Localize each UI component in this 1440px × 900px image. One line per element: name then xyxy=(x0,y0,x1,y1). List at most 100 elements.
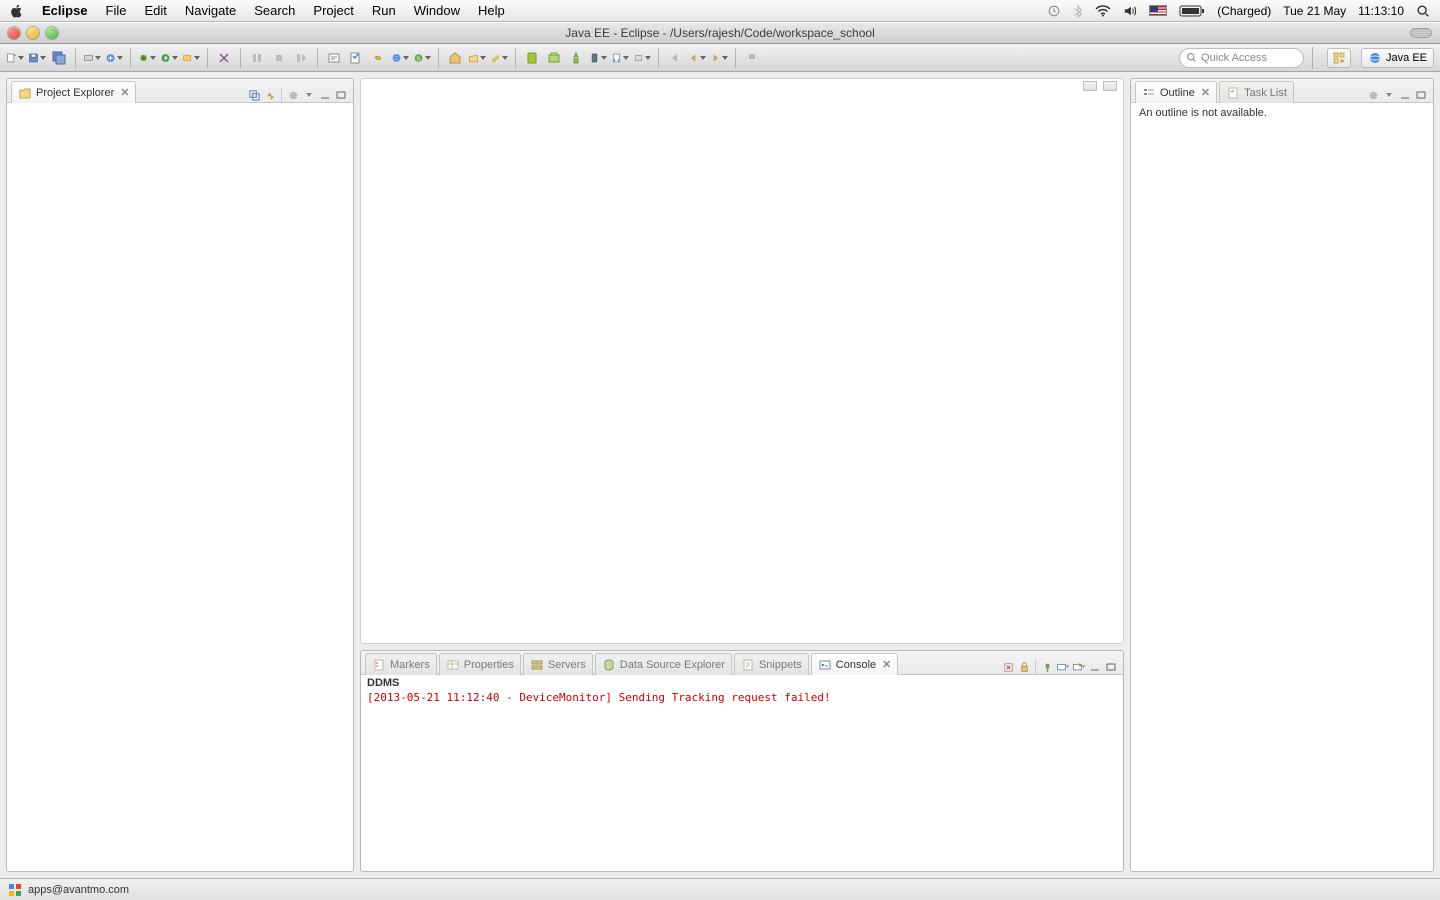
editor-minimize-icon[interactable] xyxy=(1083,81,1097,91)
tab-tasklist-label: Task List xyxy=(1244,87,1287,99)
new-project-button[interactable] xyxy=(468,49,486,67)
tab-servers[interactable]: Servers xyxy=(523,653,593,675)
open-perspective-toolbar-button[interactable] xyxy=(1327,48,1351,68)
outline-focus-icon[interactable] xyxy=(1366,88,1380,102)
run-last-button[interactable] xyxy=(182,49,200,67)
pin-console-icon[interactable] xyxy=(1040,660,1054,674)
wifi-icon[interactable] xyxy=(1095,5,1111,17)
back-history-button[interactable] xyxy=(688,49,706,67)
forward-button[interactable] xyxy=(710,49,728,67)
debug-button[interactable] xyxy=(138,49,156,67)
tab-properties[interactable]: Properties xyxy=(439,653,521,675)
maximize-bottom-icon[interactable] xyxy=(1104,660,1118,674)
perspective-javaee[interactable]: Java EE xyxy=(1361,48,1434,68)
open-type-button[interactable] xyxy=(325,49,343,67)
focus-task-icon[interactable] xyxy=(286,88,300,102)
new-android-button[interactable] xyxy=(589,49,607,67)
suspend-button[interactable] xyxy=(270,49,288,67)
maximize-view-icon[interactable] xyxy=(334,88,348,102)
volume-icon[interactable] xyxy=(1123,5,1137,17)
menu-navigate[interactable]: Navigate xyxy=(185,3,236,18)
window-minimize-button[interactable] xyxy=(27,27,39,39)
project-explorer-body[interactable] xyxy=(7,103,353,871)
spotlight-icon[interactable] xyxy=(1416,4,1430,18)
step-button[interactable] xyxy=(292,49,310,67)
close-console-tab-icon[interactable]: ✕ xyxy=(882,658,891,671)
statusbar: apps@avantmo.com xyxy=(0,878,1440,900)
link-editor-icon[interactable] xyxy=(263,88,277,102)
properties-icon xyxy=(446,658,460,672)
menubar-date[interactable]: Tue 21 May xyxy=(1283,4,1346,18)
timemachine-icon[interactable] xyxy=(1047,4,1061,18)
main-toolbar: S Quick Access Java EE xyxy=(0,44,1440,72)
close-outline-icon[interactable]: ✕ xyxy=(1201,86,1210,99)
outline-viewmenu-icon[interactable] xyxy=(1382,88,1396,102)
menu-project[interactable]: Project xyxy=(313,3,353,18)
menu-window[interactable]: Window xyxy=(414,3,460,18)
tab-outline[interactable]: Outline ✕ xyxy=(1135,81,1217,103)
pin-button[interactable] xyxy=(743,49,761,67)
view-menu-icon[interactable] xyxy=(302,88,316,102)
menubar-time[interactable]: 11:13:10 xyxy=(1358,4,1404,18)
menu-help[interactable]: Help xyxy=(478,3,505,18)
jsp-button[interactable]: S xyxy=(413,49,431,67)
save-all-button[interactable] xyxy=(50,49,68,67)
workbench: Project Explorer ✕ Marke xyxy=(0,72,1440,878)
avd-button[interactable] xyxy=(523,49,541,67)
quick-access-placeholder: Quick Access xyxy=(1201,52,1267,64)
menu-edit[interactable]: Edit xyxy=(144,3,166,18)
highlight-button[interactable] xyxy=(490,49,508,67)
menu-search[interactable]: Search xyxy=(254,3,295,18)
resume-button[interactable] xyxy=(248,49,266,67)
apple-icon[interactable] xyxy=(10,4,24,18)
minimize-view-icon[interactable] xyxy=(318,88,332,102)
maximize-outline-icon[interactable] xyxy=(1414,88,1428,102)
run-button[interactable] xyxy=(160,49,178,67)
window-close-button[interactable] xyxy=(8,27,20,39)
tab-datasource[interactable]: Data Source Explorer xyxy=(595,653,732,675)
web-button[interactable] xyxy=(391,49,409,67)
tab-markers[interactable]: Markers xyxy=(365,653,437,675)
lint-run-button[interactable] xyxy=(567,49,585,67)
back-button[interactable] xyxy=(666,49,684,67)
android-sdk-button[interactable] xyxy=(105,49,123,67)
collapse-all-icon[interactable] xyxy=(247,88,261,102)
clear-console-icon[interactable] xyxy=(1001,660,1015,674)
dropdown-button[interactable] xyxy=(633,49,651,67)
menu-run[interactable]: Run xyxy=(372,3,396,18)
minimize-outline-icon[interactable] xyxy=(1398,88,1412,102)
editor-area[interactable] xyxy=(360,78,1124,644)
open-console-icon[interactable] xyxy=(1072,660,1086,674)
tab-project-explorer[interactable]: Project Explorer ✕ xyxy=(11,81,136,103)
display-console-icon[interactable] xyxy=(1056,660,1070,674)
input-flag-icon[interactable] xyxy=(1149,5,1167,16)
menu-app[interactable]: Eclipse xyxy=(42,3,88,18)
sdk-manager-button[interactable] xyxy=(545,49,563,67)
new-server-button[interactable] xyxy=(83,49,101,67)
editor-maximize-icon[interactable] xyxy=(1103,81,1117,91)
open-perspective-button[interactable] xyxy=(446,49,464,67)
battery-icon[interactable] xyxy=(1179,5,1205,17)
outline-message: An outline is not available. xyxy=(1139,107,1267,119)
save-button[interactable] xyxy=(28,49,46,67)
lint-button[interactable] xyxy=(215,49,233,67)
window-proxy-icon[interactable] xyxy=(1410,28,1432,38)
new-button[interactable] xyxy=(6,49,24,67)
google-icon[interactable] xyxy=(8,883,22,897)
open-task-button[interactable] xyxy=(347,49,365,67)
link-button[interactable] xyxy=(369,49,387,67)
quick-access-search[interactable]: Quick Access xyxy=(1179,48,1304,68)
snippets-icon xyxy=(741,658,755,672)
tab-tasklist[interactable]: Task List xyxy=(1219,81,1294,103)
new-xml-button[interactable] xyxy=(611,49,629,67)
close-tab-icon[interactable]: ✕ xyxy=(120,86,129,99)
tab-console[interactable]: Console ✕ xyxy=(811,653,899,675)
tab-snippets[interactable]: Snippets xyxy=(734,653,809,675)
console-output[interactable]: [2013-05-21 11:12:40 - DeviceMonitor] Se… xyxy=(361,691,1123,871)
scroll-lock-icon[interactable] xyxy=(1017,660,1031,674)
minimize-bottom-icon[interactable] xyxy=(1088,660,1102,674)
window-zoom-button[interactable] xyxy=(46,27,58,39)
bluetooth-icon[interactable] xyxy=(1073,4,1083,18)
console-header: DDMS xyxy=(361,675,1123,691)
menu-file[interactable]: File xyxy=(106,3,127,18)
